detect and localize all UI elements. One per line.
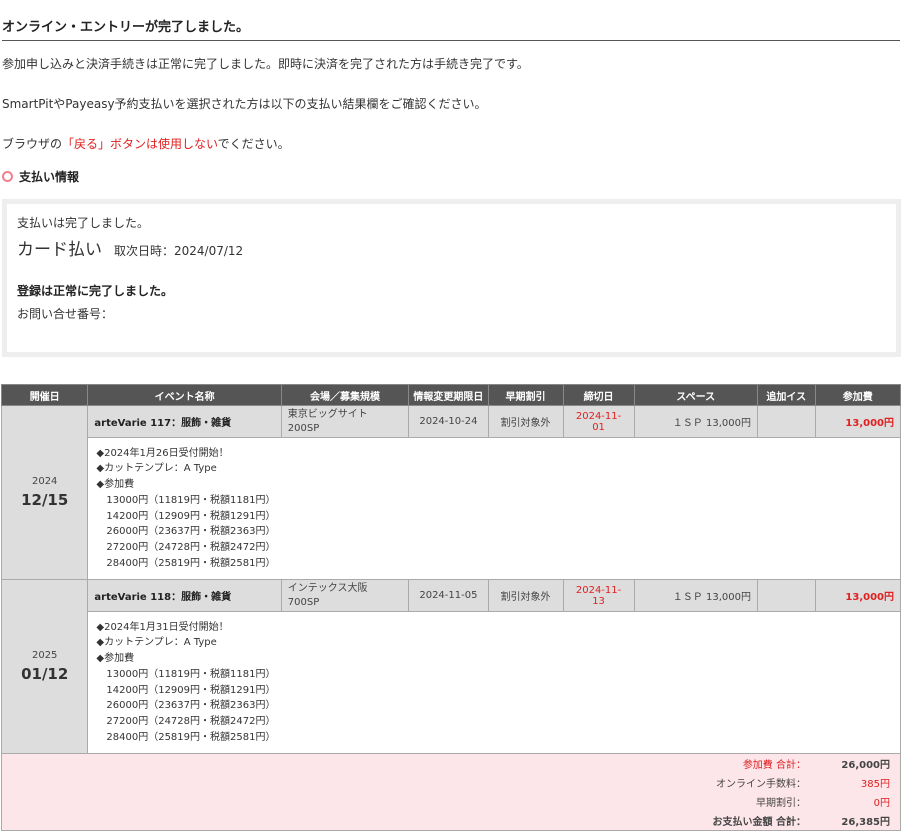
event-table: 開催日 イベント名称 会場／募集規模 情報変更期限日 早期割引 締切日 スペース… <box>0 384 902 831</box>
inquiry-number: お問い合せ番号： <box>17 307 114 321</box>
fee-line: 26000円（23637円・税額2363円） <box>106 700 276 712</box>
event-venue: インテックス大阪 700SP <box>280 579 410 612</box>
deadline: 2024-11-13 <box>562 579 635 612</box>
fee-line: 28400円（25819円・税額2581円） <box>106 557 276 569</box>
event-details: ◆2024年1月26日受付開始！ ◆カットテンプレ：A Type ◆参加費 13… <box>87 437 901 580</box>
event-monthday: 01/12 <box>21 665 69 683</box>
event-date: 2024 12/15 <box>0 405 89 580</box>
header-venue: 会場／募集規模 <box>280 384 410 406</box>
grand-total-row: お支払い金額 合計： 26,385円 <box>2 811 900 830</box>
header-date: 開催日 <box>0 384 89 406</box>
header-deadline: 締切日 <box>562 384 635 406</box>
grand-total-value: 26,385円 <box>841 817 890 828</box>
event-year: 2024 <box>31 476 58 487</box>
grand-total-label: お支払い金額 合計： <box>712 817 806 828</box>
registration-complete: 登録は正常に完了しました。 <box>17 284 174 298</box>
fee-line: 27200円（24728円・税額2472円） <box>106 541 276 553</box>
fee-line: 28400円（25819円・税額2581円） <box>106 731 276 743</box>
completion-message: 参加申し込みと決済手続きは正常に完了しました。即時に決済を完了された方は手続き完… <box>2 57 529 71</box>
event-fee: 13,000円 <box>814 579 902 612</box>
venue-scale: 700SP <box>287 596 320 608</box>
back-button-warning: ブラウザの「戻る」ボタンは使用しないでください。 <box>2 135 290 152</box>
fee-total-value: 26,000円 <box>841 760 890 771</box>
detail-line: ◆カットテンプレ：A Type <box>96 637 217 649</box>
page-title: オンライン・エントリーが完了しました。 <box>2 16 900 41</box>
online-fee-row: オンライン手数料： 385円 <box>2 773 900 792</box>
payment-method: カード払い <box>17 240 102 260</box>
circle-icon <box>2 171 13 182</box>
detail-line: ◆参加費 <box>96 479 135 491</box>
warning-pre: ブラウザの <box>2 137 63 151</box>
transaction-date: 取次日時：2024/07/12 <box>114 244 244 258</box>
header-space: スペース <box>633 384 758 406</box>
detail-line: ◆参加費 <box>96 653 135 665</box>
event-monthday: 12/15 <box>21 491 69 509</box>
table-row: 2025 01/12 arteVarie 118：服飾・雑貨 インテックス大阪 7… <box>0 579 902 754</box>
header-extra-chair: 追加イス <box>756 384 816 406</box>
header-early-discount: 早期割引 <box>487 384 564 406</box>
event-venue: 東京ビッグサイト 200SP <box>280 405 410 438</box>
table-row: 2024 12/15 arteVarie 117：服飾・雑貨 東京ビッグサイト 2… <box>0 405 902 580</box>
warning-post: でください。 <box>217 137 290 151</box>
detail-line: ◆2024年1月31日受付開始！ <box>96 621 229 633</box>
fee-line: 27200円（24728円・税額2472円） <box>106 715 276 727</box>
fee-line: 13000円（11819円・税額1181円） <box>106 668 276 680</box>
deadline: 2024-11-01 <box>562 405 635 438</box>
smartpit-message: SmartPitやPayeasy予約支払いを選択された方は以下の支払い結果欄をご… <box>2 97 487 111</box>
early-discount: 割引対象外 <box>487 405 564 438</box>
detail-line: ◆カットテンプレ：A Type <box>96 463 217 475</box>
payment-info-box: 支払いは完了しました。 カード払い 取次日時：2024/07/12 登録は正常に… <box>2 199 901 357</box>
event-name: arteVarie 117：服飾・雑貨 <box>87 405 282 438</box>
header-change-deadline: 情報変更期限日 <box>408 384 489 406</box>
event-fee: 13,000円 <box>814 405 902 438</box>
summary-row: 参加費 合計： 26,000円 オンライン手数料： 385円 早期割引： 0円 … <box>1 753 901 831</box>
header-event-name: イベント名称 <box>87 384 282 406</box>
event-date: 2025 01/12 <box>0 579 89 754</box>
space: １ＳＰ 13,000円 <box>633 579 758 612</box>
early-discount-label: 早期割引： <box>756 798 806 809</box>
event-details-row: ◆2024年1月31日受付開始！ ◆カットテンプレ：A Type ◆参加費 13… <box>2 611 901 754</box>
early-discount: 割引対象外 <box>487 579 564 612</box>
fee-line: 13000円（11819円・税額1181円） <box>106 494 276 506</box>
fee-total-row: 参加費 合計： 26,000円 <box>2 754 900 773</box>
event-year: 2025 <box>31 650 58 661</box>
event-details-row: ◆2024年1月26日受付開始！ ◆カットテンプレ：A Type ◆参加費 13… <box>2 437 901 580</box>
venue-scale: 200SP <box>287 422 320 434</box>
event-name: arteVarie 118：服飾・雑貨 <box>87 579 282 612</box>
table-header-row: 開催日 イベント名称 会場／募集規模 情報変更期限日 早期割引 締切日 スペース… <box>0 384 902 406</box>
event-details: ◆2024年1月31日受付開始！ ◆カットテンプレ：A Type ◆参加費 13… <box>87 611 901 754</box>
warning-red: 「戻る」ボタンは使用しない <box>62 137 218 151</box>
fee-line: 26000円（23637円・税額2363円） <box>106 526 276 538</box>
extra-chair <box>756 405 816 438</box>
extra-chair <box>756 579 816 612</box>
fee-line: 14200円（12909円・税額1291円） <box>106 510 276 522</box>
header-fee: 参加費 <box>814 384 902 406</box>
payment-section-label: 支払い情報 <box>19 170 80 184</box>
fee-total-label: 参加費 合計： <box>742 760 806 771</box>
online-fee-value: 385円 <box>860 779 890 790</box>
fee-line: 14200円（12909円・税額1291円） <box>106 684 276 696</box>
early-discount-row: 早期割引： 0円 <box>2 792 900 811</box>
payment-section-title: 支払い情報 <box>2 168 79 185</box>
venue-name: インテックス大阪 <box>287 582 368 594</box>
payment-summary: 参加費 合計： 26,000円 オンライン手数料： 385円 早期割引： 0円 … <box>1 753 901 831</box>
early-discount-value: 0円 <box>873 798 890 809</box>
online-fee-label: オンライン手数料： <box>716 779 806 790</box>
detail-line: ◆2024年1月26日受付開始！ <box>96 447 229 459</box>
space: １ＳＰ 13,000円 <box>633 405 758 438</box>
change-deadline: 2024-10-24 <box>408 405 489 438</box>
payment-status: 支払いは完了しました。 <box>17 216 150 230</box>
venue-name: 東京ビッグサイト <box>287 408 368 420</box>
change-deadline: 2024-11-05 <box>408 579 489 612</box>
